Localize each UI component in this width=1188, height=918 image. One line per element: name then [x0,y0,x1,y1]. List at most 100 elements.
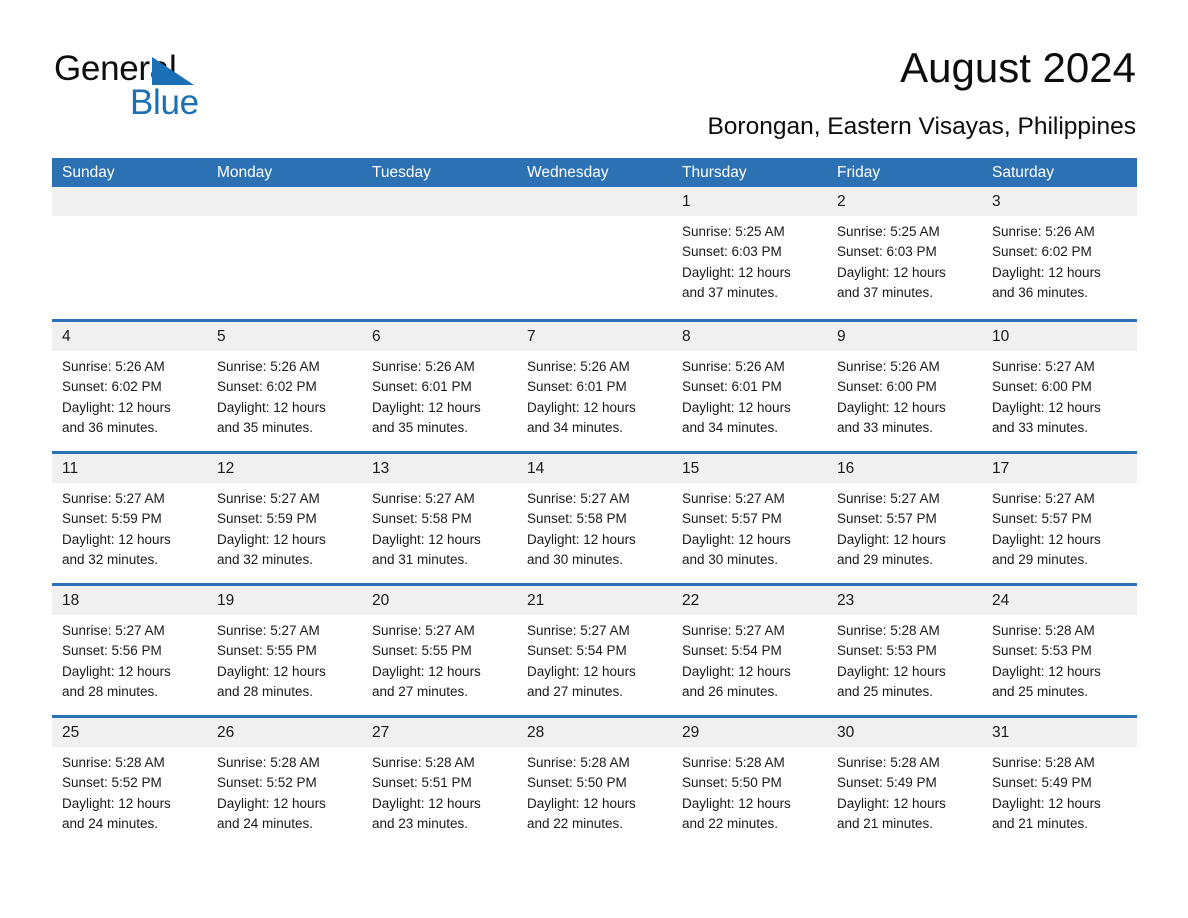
day-cell[interactable]: 28 Sunrise: 5:28 AM Sunset: 5:50 PM Dayligh… [517,718,672,847]
day-detail-line: Daylight: 12 hours [682,399,791,415]
day-detail-line: Sunset: 6:03 PM [837,244,937,260]
day-detail-line: Sunrise: 5:28 AM [217,755,320,770]
day-detail-line: and 37 minutes. [682,284,779,300]
day-detail-line: Sunrise: 5:26 AM [992,224,1095,239]
day-cell-empty [207,187,362,319]
day-cell[interactable]: 12 Sunrise: 5:27 AM Sunset: 5:59 PM Dayligh… [207,454,362,583]
day-cell[interactable]: 30 Sunrise: 5:28 AM Sunset: 5:49 PM Dayligh… [827,718,982,847]
day-cell[interactable]: 2 Sunrise: 5:25 AM Sunset: 6:03 PM Daylight… [827,187,982,319]
day-detail-line: Sunset: 6:03 PM [682,244,782,260]
day-cell[interactable]: 18 Sunrise: 5:27 AM Sunset: 5:56 PM Dayligh… [52,586,207,715]
day-cell-empty [517,187,672,319]
day-detail-line: and 28 minutes. [217,683,314,699]
day-cell[interactable]: 16 Sunrise: 5:27 AM Sunset: 5:57 PM Dayligh… [827,454,982,583]
day-cell[interactable]: 13 Sunrise: 5:27 AM Sunset: 5:58 PM Dayligh… [362,454,517,583]
day-cell[interactable]: 11 Sunrise: 5:27 AM Sunset: 5:59 PM Dayligh… [52,454,207,583]
day-cell[interactable]: 10 Sunrise: 5:27 AM Sunset: 6:00 PM Dayligh… [982,322,1137,451]
day-number: 19 [217,592,235,609]
day-detail-line: Sunset: 6:01 PM [527,379,627,395]
day-cell[interactable]: 9 Sunrise: 5:26 AM Sunset: 6:00 PM Daylight… [827,322,982,451]
day-detail-line: Sunrise: 5:27 AM [682,491,785,506]
day-detail-line: Sunrise: 5:27 AM [217,623,320,638]
day-cell[interactable]: 25 Sunrise: 5:28 AM Sunset: 5:52 PM Dayligh… [52,718,207,847]
day-details: Sunrise: 5:28 AM Sunset: 5:53 PM Daylight:… [827,615,982,702]
day-detail-line: Sunset: 5:56 PM [62,643,162,659]
day-cell[interactable]: 31 Sunrise: 5:28 AM Sunset: 5:49 PM Dayligh… [982,718,1137,847]
day-number-band: 26 [207,718,362,747]
day-details: Sunrise: 5:28 AM Sunset: 5:52 PM Daylight:… [52,747,207,834]
day-cell[interactable]: 1 Sunrise: 5:25 AM Sunset: 6:03 PM Daylight… [672,187,827,319]
day-detail-line: Daylight: 12 hours [837,264,946,280]
logo-text-blue: Blue [130,83,199,122]
day-cell[interactable]: 20 Sunrise: 5:27 AM Sunset: 5:55 PM Dayligh… [362,586,517,715]
day-number: 3 [992,193,1001,210]
day-number-band: 31 [982,718,1137,747]
day-detail-line: Sunrise: 5:28 AM [372,755,475,770]
day-cell[interactable]: 27 Sunrise: 5:28 AM Sunset: 5:51 PM Dayligh… [362,718,517,847]
day-cell[interactable]: 29 Sunrise: 5:28 AM Sunset: 5:50 PM Dayligh… [672,718,827,847]
day-number-band [362,187,517,216]
day-number: 21 [527,592,545,609]
day-detail-line: Sunrise: 5:27 AM [837,491,940,506]
day-detail-line: Sunrise: 5:25 AM [682,224,785,239]
day-details: Sunrise: 5:26 AM Sunset: 6:01 PM Daylight:… [517,351,672,438]
day-detail-line: and 31 minutes. [372,551,469,567]
day-details: Sunrise: 5:27 AM Sunset: 5:57 PM Daylight:… [672,483,827,570]
day-cell[interactable]: 26 Sunrise: 5:28 AM Sunset: 5:52 PM Dayligh… [207,718,362,847]
day-number: 5 [217,328,226,345]
day-detail-line: and 30 minutes. [682,551,779,567]
day-cell[interactable]: 21 Sunrise: 5:27 AM Sunset: 5:54 PM Dayligh… [517,586,672,715]
day-details: Sunrise: 5:26 AM Sunset: 6:02 PM Daylight:… [207,351,362,438]
day-number: 29 [682,724,700,741]
day-cell-empty [52,187,207,319]
day-detail-line: Sunset: 5:55 PM [372,643,472,659]
generalblue-logo[interactable]: General Blue [52,50,252,130]
day-detail-line: Sunrise: 5:28 AM [682,755,785,770]
day-cell[interactable]: 19 Sunrise: 5:27 AM Sunset: 5:55 PM Dayligh… [207,586,362,715]
day-cell[interactable]: 15 Sunrise: 5:27 AM Sunset: 5:57 PM Dayligh… [672,454,827,583]
day-number: 28 [527,724,545,741]
day-cell[interactable]: 22 Sunrise: 5:27 AM Sunset: 5:54 PM Dayligh… [672,586,827,715]
day-number-band: 6 [362,322,517,351]
day-details: Sunrise: 5:27 AM Sunset: 5:56 PM Daylight:… [52,615,207,702]
day-cell[interactable]: 4 Sunrise: 5:26 AM Sunset: 6:02 PM Daylight… [52,322,207,451]
day-cell[interactable]: 17 Sunrise: 5:27 AM Sunset: 5:57 PM Dayligh… [982,454,1137,583]
day-number-band: 10 [982,322,1137,351]
calendar-page: General Blue August 2024 Borongan, Easte… [0,0,1188,918]
day-details: Sunrise: 5:26 AM Sunset: 6:02 PM Daylight:… [52,351,207,438]
day-number-band: 25 [52,718,207,747]
day-details: Sunrise: 5:26 AM Sunset: 6:00 PM Daylight:… [827,351,982,438]
day-cell[interactable]: 24 Sunrise: 5:28 AM Sunset: 5:53 PM Dayligh… [982,586,1137,715]
day-details: Sunrise: 5:27 AM Sunset: 6:00 PM Daylight:… [982,351,1137,438]
day-cell[interactable]: 3 Sunrise: 5:26 AM Sunset: 6:02 PM Daylight… [982,187,1137,319]
day-detail-line: and 35 minutes. [372,419,469,435]
day-number: 7 [527,328,536,345]
day-detail-line: Sunrise: 5:25 AM [837,224,940,239]
day-detail-line: Sunset: 5:51 PM [372,775,472,791]
day-cell[interactable]: 14 Sunrise: 5:27 AM Sunset: 5:58 PM Dayligh… [517,454,672,583]
day-number: 27 [372,724,390,741]
day-number: 20 [372,592,390,609]
day-number: 15 [682,460,700,477]
day-detail-line: Sunrise: 5:26 AM [372,359,475,374]
day-detail-line: Sunrise: 5:26 AM [682,359,785,374]
day-cell[interactable]: 5 Sunrise: 5:26 AM Sunset: 6:02 PM Daylight… [207,322,362,451]
day-cell[interactable]: 23 Sunrise: 5:28 AM Sunset: 5:53 PM Dayligh… [827,586,982,715]
day-cell[interactable]: 6 Sunrise: 5:26 AM Sunset: 6:01 PM Daylight… [362,322,517,451]
day-detail-line: Sunset: 5:57 PM [992,511,1092,527]
day-number: 12 [217,460,235,477]
day-number: 11 [62,460,79,477]
day-detail-line: and 32 minutes. [62,551,159,567]
day-detail-line: Sunrise: 5:26 AM [527,359,630,374]
day-detail-line: Daylight: 12 hours [837,795,946,811]
day-detail-line: Sunset: 5:49 PM [837,775,937,791]
day-number: 2 [837,193,846,210]
day-details: Sunrise: 5:26 AM Sunset: 6:02 PM Daylight:… [982,216,1137,303]
day-cell[interactable]: 8 Sunrise: 5:26 AM Sunset: 6:01 PM Daylight… [672,322,827,451]
day-detail-line: Sunset: 6:02 PM [217,379,317,395]
day-detail-line: and 36 minutes. [62,419,159,435]
day-details: Sunrise: 5:27 AM Sunset: 5:58 PM Daylight:… [517,483,672,570]
day-number-band: 2 [827,187,982,216]
day-detail-line: Daylight: 12 hours [992,795,1101,811]
day-cell[interactable]: 7 Sunrise: 5:26 AM Sunset: 6:01 PM Daylight… [517,322,672,451]
